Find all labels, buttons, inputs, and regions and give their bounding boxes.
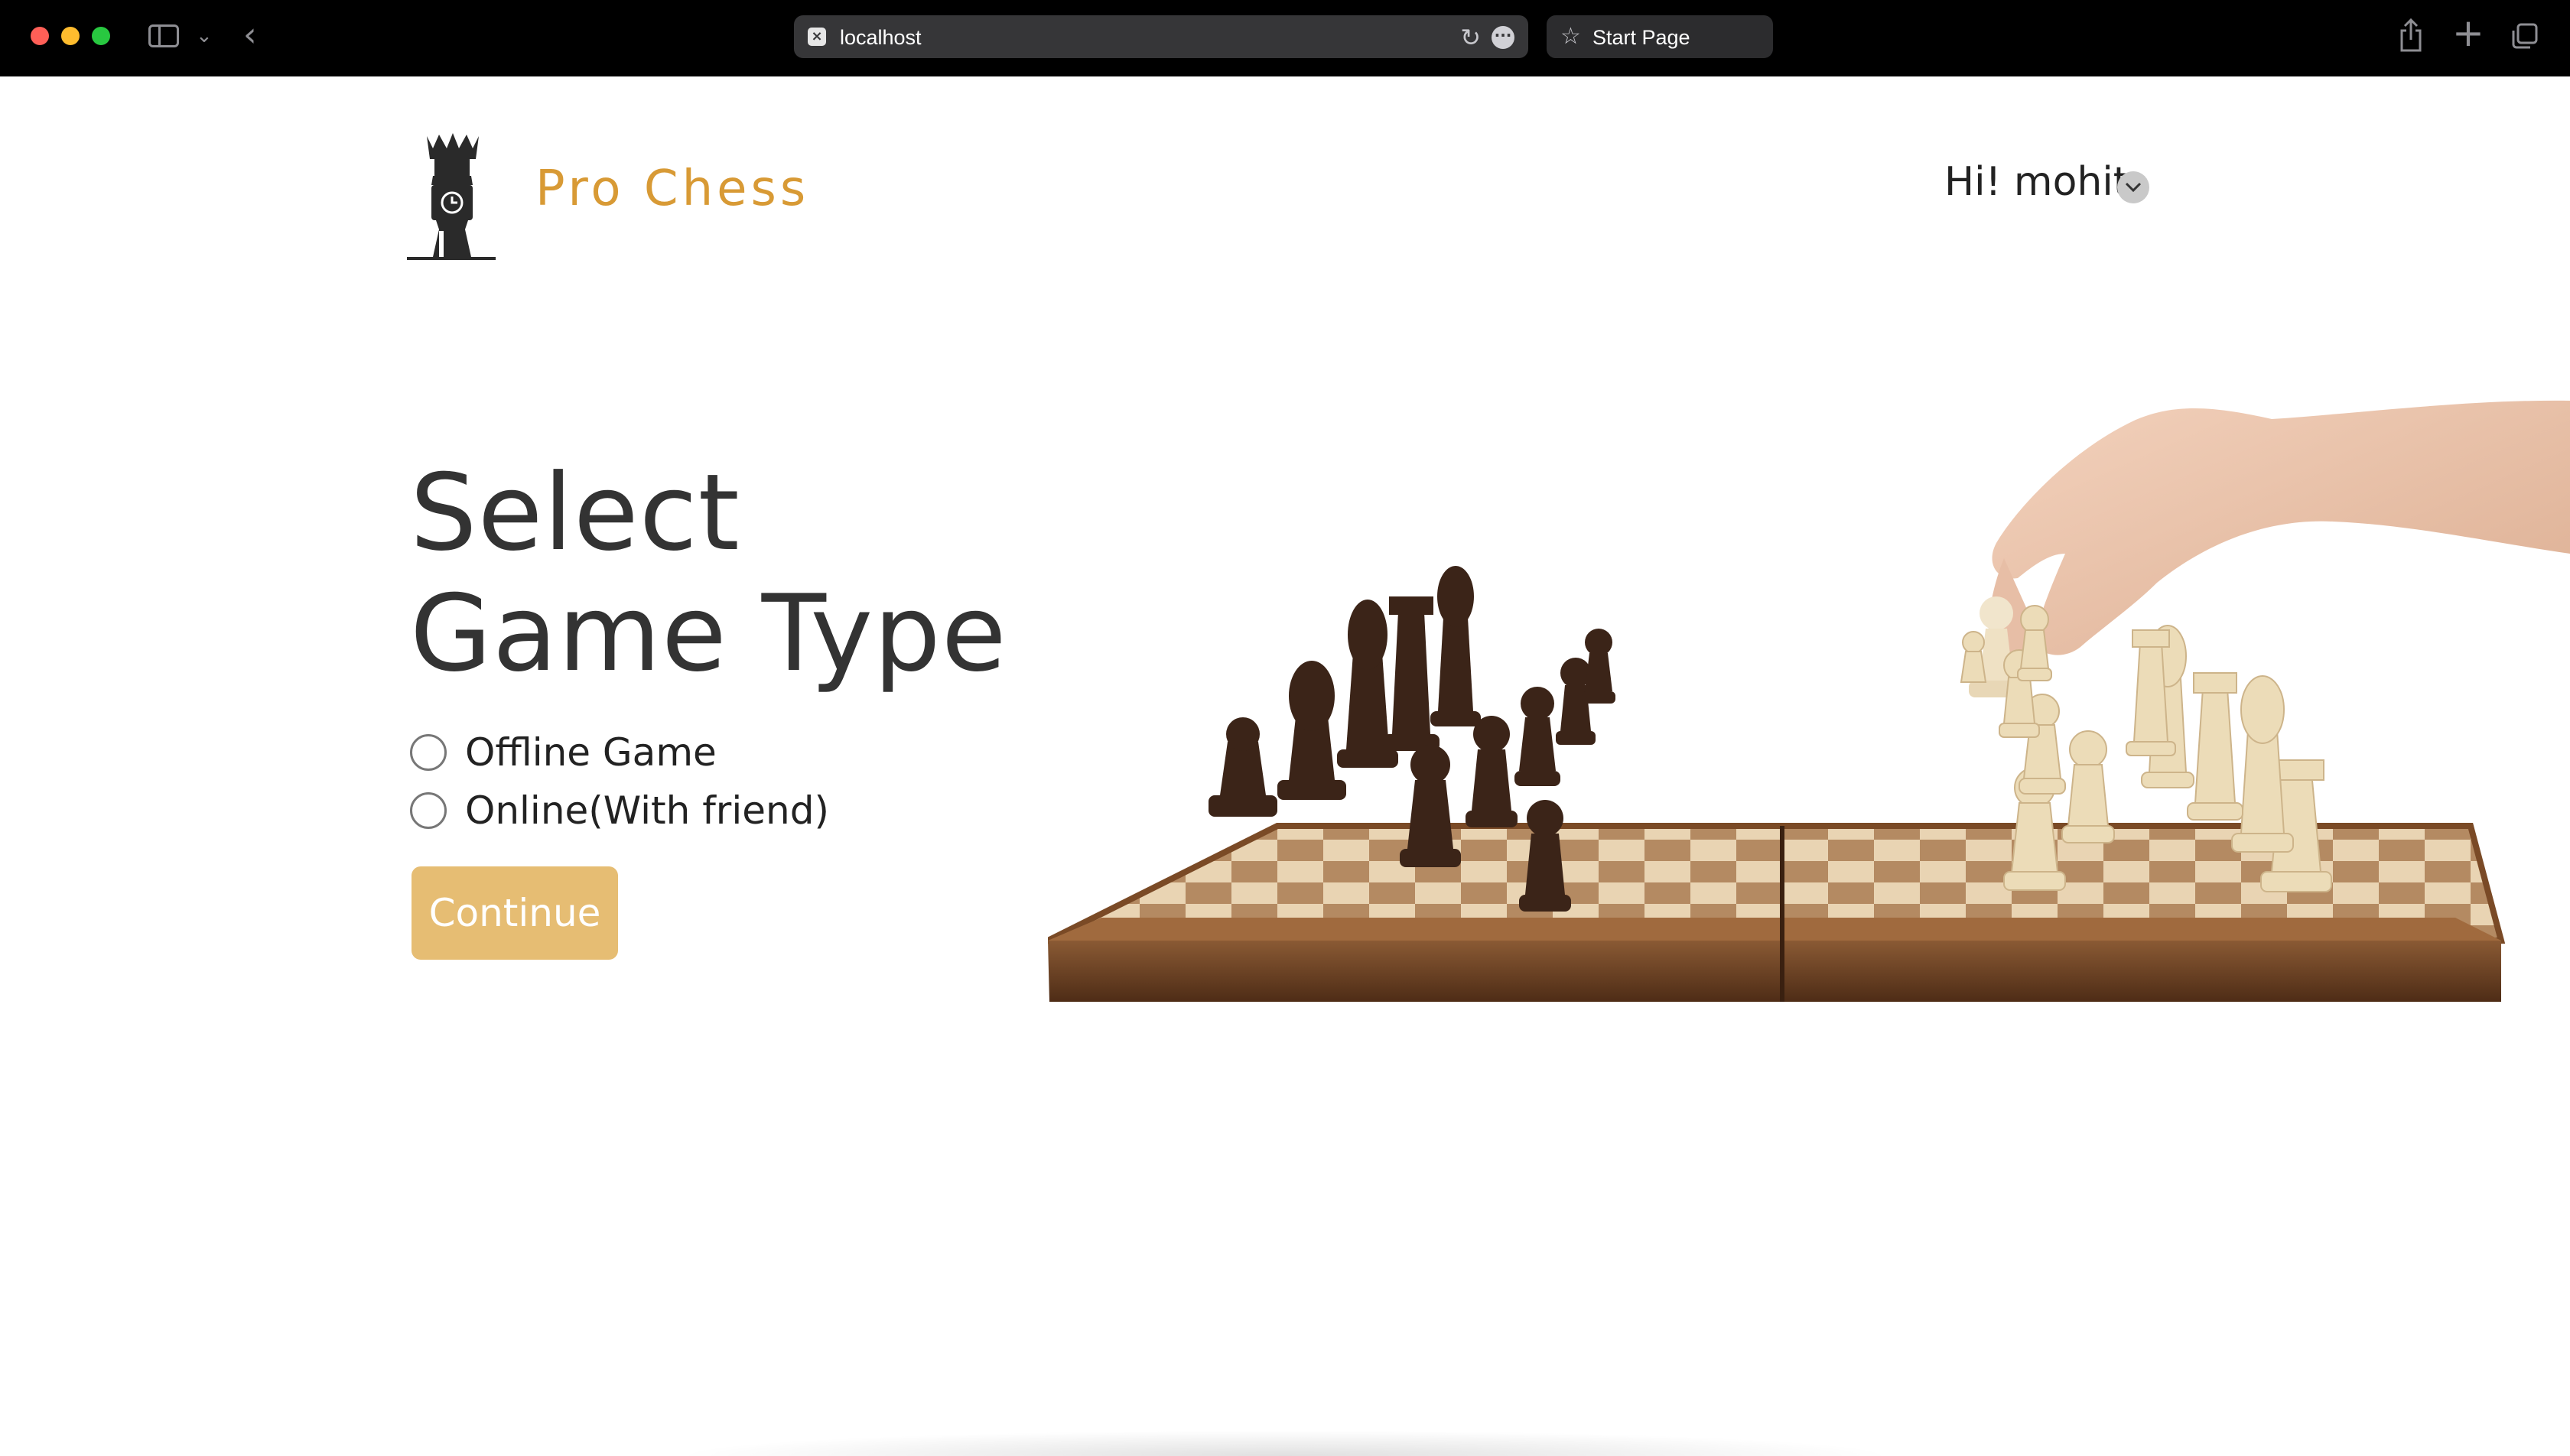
star-icon: ☆ <box>1560 23 1581 50</box>
sidebar-icon[interactable] <box>148 24 179 47</box>
start-page-tab[interactable]: ☆ Start Page <box>1547 15 1773 58</box>
chess-board-hand-illustration <box>1048 400 2570 1002</box>
option-label: Online(With friend) <box>465 788 829 833</box>
site-favicon-icon: × <box>808 28 826 46</box>
bottom-shadow <box>673 1430 1897 1456</box>
page-title-line-2: Game Type <box>410 572 1007 695</box>
chevron-down-icon[interactable]: ⌄ <box>196 24 213 47</box>
continue-button[interactable]: Continue <box>412 866 618 960</box>
share-icon[interactable] <box>2397 18 2425 52</box>
logo-rook-icon <box>407 133 496 260</box>
reload-icon[interactable]: ↻ <box>1460 23 1481 52</box>
url-text[interactable]: localhost <box>840 26 922 50</box>
radio-online-game[interactable] <box>410 792 447 829</box>
radio-offline-game[interactable] <box>410 734 447 771</box>
option-online-game[interactable]: Online(With friend) <box>410 788 829 833</box>
more-icon[interactable]: ··· <box>1492 26 1514 49</box>
tabs-overview-icon[interactable] <box>2512 23 2538 49</box>
back-arrow-icon[interactable]: ‹ <box>243 18 257 52</box>
chevron-down-icon[interactable] <box>2117 171 2149 203</box>
page-title: Select Game Type <box>410 453 1007 694</box>
option-offline-game[interactable]: Offline Game <box>410 730 717 775</box>
brand-title[interactable]: Pro Chess <box>535 161 809 217</box>
page-title-line-1: Select <box>410 451 740 574</box>
option-label: Offline Game <box>465 730 717 775</box>
maximize-window-button[interactable] <box>92 27 110 45</box>
address-bar[interactable]: × localhost ↻ ··· <box>794 15 1528 58</box>
start-page-label: Start Page <box>1592 26 1690 49</box>
minimize-window-button[interactable] <box>61 27 80 45</box>
user-greeting[interactable]: Hi! mohit <box>1944 159 2129 205</box>
close-window-button[interactable] <box>31 27 49 45</box>
browser-toolbar: ⌄ ‹ × localhost ↻ ··· ☆ Start Page + <box>0 0 2570 76</box>
new-tab-icon[interactable]: + <box>2452 14 2484 52</box>
